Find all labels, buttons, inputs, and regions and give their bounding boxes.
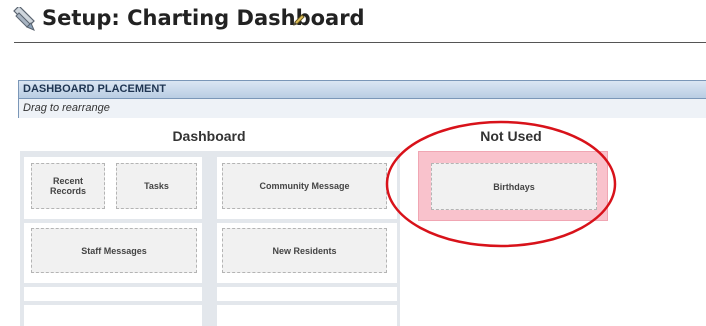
dashboard-slot[interactable] xyxy=(217,287,397,301)
community-message-widget[interactable]: Community Message xyxy=(222,163,387,209)
setup-icon xyxy=(13,7,35,31)
recent-records-widget[interactable]: Recent Records xyxy=(31,163,105,209)
dashboard-placement-panel: DASHBOARD PLACEMENT Drag to rearrange xyxy=(18,80,706,118)
section-title: DASHBOARD PLACEMENT xyxy=(19,81,706,99)
dashboard-slot[interactable] xyxy=(24,287,202,301)
tasks-widget[interactable]: Tasks xyxy=(116,163,197,209)
not-used-drop-area[interactable]: Birthdays xyxy=(418,151,608,221)
dashboard-slot[interactable] xyxy=(217,305,397,326)
page-header: Setup: Charting Dashboard xyxy=(6,4,706,43)
dashboard-column-title: Dashboard xyxy=(172,128,246,144)
section-instructions: Drag to rearrange xyxy=(19,99,706,118)
new-residents-widget[interactable]: New Residents xyxy=(222,228,387,273)
header-divider xyxy=(14,42,706,43)
page-title: Setup: Charting Dashboard xyxy=(42,6,365,30)
pencil-icon[interactable] xyxy=(292,13,306,27)
dashboard-drop-area[interactable]: Recent Records Tasks Community Message S… xyxy=(20,151,400,326)
birthdays-widget[interactable]: Birthdays xyxy=(431,163,597,210)
dashboard-slot[interactable] xyxy=(24,305,202,326)
not-used-column-title: Not Used xyxy=(480,128,542,144)
staff-messages-widget[interactable]: Staff Messages xyxy=(31,228,197,273)
